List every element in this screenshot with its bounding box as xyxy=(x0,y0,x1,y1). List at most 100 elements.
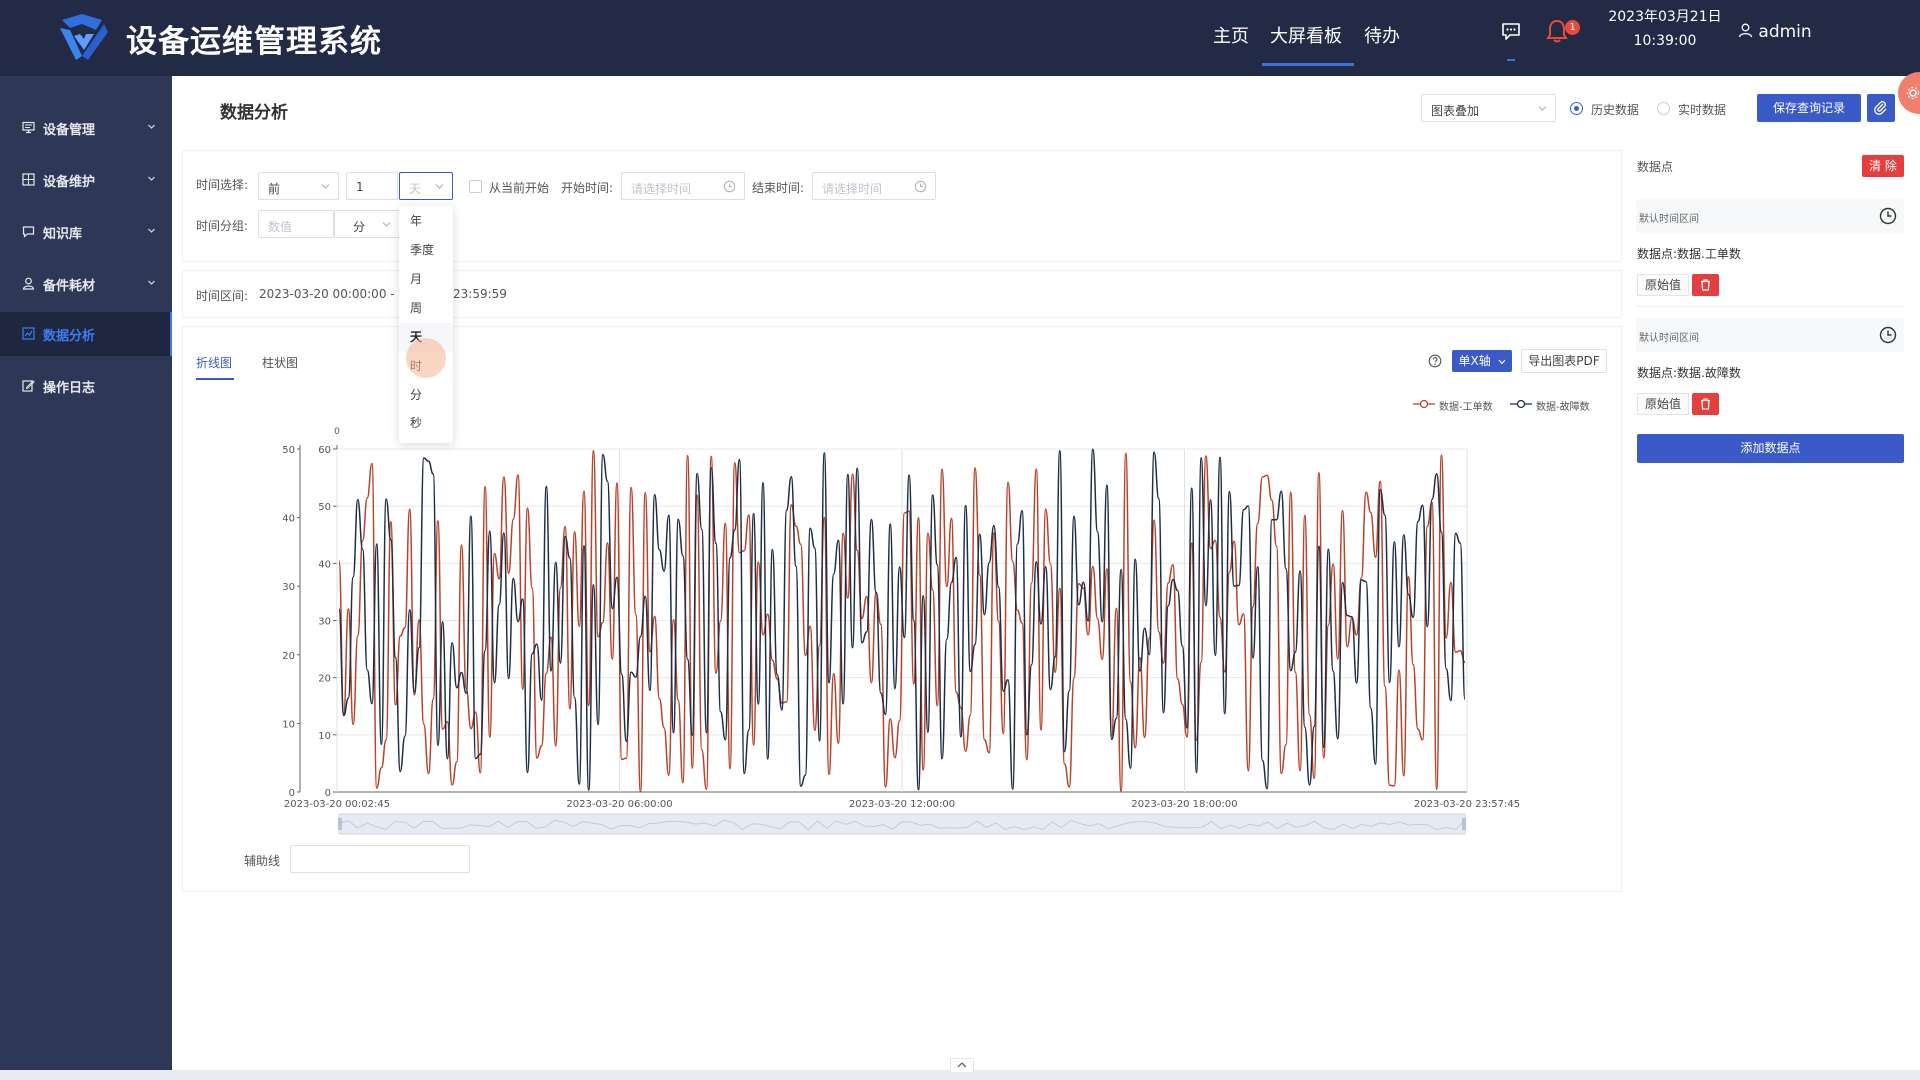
save-query-button[interactable]: 保存查询记录 xyxy=(1757,94,1861,122)
data-points-title: 数据点 xyxy=(1637,160,1674,174)
data-zoom-handle-left xyxy=(338,818,342,830)
sidebar-item-device-maintenance[interactable]: 设备维护 xyxy=(0,158,172,202)
aux-line-label: 辅助线 xyxy=(244,854,281,868)
group-unit-select[interactable]: 分 xyxy=(334,210,400,238)
unit-option-year[interactable]: 年 xyxy=(399,207,453,236)
y-right-tick-label: 50 xyxy=(318,502,331,513)
radio-realtime[interactable] xyxy=(1657,102,1670,115)
y-right-tick-label: 30 xyxy=(318,617,331,628)
direction-value: 前 xyxy=(268,182,281,196)
header-time: 10:39:00 xyxy=(1633,33,1697,49)
chevron-down-icon xyxy=(435,184,444,189)
direction-select[interactable]: 前 xyxy=(258,172,339,200)
paperclip-icon xyxy=(1874,101,1887,115)
sidebar-item-spare-parts[interactable]: 备件耗材 xyxy=(0,262,172,306)
sidebar-item-data-analysis[interactable]: 数据分析 xyxy=(0,312,172,356)
end-time-placeholder: 请选择时间 xyxy=(822,182,883,196)
y-right-tick-label: 20 xyxy=(318,674,331,685)
y-right-tick-label: 60 xyxy=(318,445,331,456)
gear-icon xyxy=(1906,86,1920,100)
chart-mode-select[interactable]: 图表叠加 xyxy=(1421,94,1556,122)
time-range-value-end: 23:59:59 xyxy=(453,287,507,301)
radio-history[interactable] xyxy=(1570,102,1583,115)
tab-bar-chart[interactable]: 柱状图 xyxy=(262,354,298,371)
collapse-button[interactable] xyxy=(950,1058,974,1072)
edit-icon xyxy=(22,380,35,392)
cursor-highlight xyxy=(406,338,446,378)
y-right-tick-label: 40 xyxy=(318,559,331,570)
unit-select[interactable]: 天 xyxy=(399,172,453,200)
top-header: 设备运维管理系统 主页 大屏看板 待办 1 2023年03月21日 10:39:… xyxy=(0,0,1920,76)
unit-option-month[interactable]: 月 xyxy=(399,265,453,294)
user-icon xyxy=(1738,23,1753,38)
group-value-placeholder: 数值 xyxy=(268,220,293,234)
nav-active-indicator xyxy=(1262,63,1354,66)
sidebar-item-operation-log[interactable]: 操作日志 xyxy=(0,364,172,408)
unit-option-quarter[interactable]: 季度 xyxy=(399,236,453,265)
end-time-picker[interactable]: 请选择时间 xyxy=(812,172,936,200)
delete-data-point-2-button[interactable] xyxy=(1692,393,1719,415)
data-point-tag-2[interactable]: 原始值 xyxy=(1637,393,1689,415)
unit-dropdown-menu: 年 季度 月 周 天 时 分 秒 xyxy=(399,206,453,443)
clear-data-points-button[interactable]: 清 除 xyxy=(1862,155,1904,177)
chevron-down-icon xyxy=(321,184,330,189)
y-left-tick-label: 40 xyxy=(282,514,295,525)
nav-dashboard[interactable]: 大屏看板 xyxy=(1270,22,1342,48)
radio-realtime-label: 实时数据 xyxy=(1678,103,1727,117)
sidebar-item-knowledge-base[interactable]: 知识库 xyxy=(0,210,172,254)
attach-button[interactable] xyxy=(1867,94,1895,122)
page-title: 数据分析 xyxy=(220,103,288,123)
axis-mode-value: 单X轴 xyxy=(1458,354,1491,368)
amount-input[interactable]: 1 xyxy=(346,172,398,200)
chevron-down-icon xyxy=(1538,106,1547,111)
axis-mode-select[interactable]: 单X轴 xyxy=(1452,350,1512,372)
data-point-card-2: 默认时间区间 xyxy=(1636,318,1904,352)
legend-marker-series1 xyxy=(1413,399,1435,409)
delete-data-point-1-button[interactable] xyxy=(1692,274,1719,296)
group-value-input[interactable]: 数值 xyxy=(258,210,334,238)
radio-history-label: 历史数据 xyxy=(1591,103,1640,117)
message-icon[interactable] xyxy=(1500,20,1522,42)
data-point-name-1: 数据点:数据.工单数 xyxy=(1637,247,1741,261)
x-tick-label: 2023-03-20 06:00:00 xyxy=(566,799,672,810)
group-unit-value: 分 xyxy=(353,220,366,234)
sidebar: 设备管理 设备维护 知识库 备件耗材 数据分析 操作日志 xyxy=(0,76,172,1070)
line-chart: 01020304050600102030405002023-03-20 00:0… xyxy=(282,427,1520,835)
legend-series2-label[interactable]: 数据-故障数 xyxy=(1536,398,1590,413)
sidebar-item-label: 知识库 xyxy=(43,227,83,242)
nav-todo[interactable]: 待办 xyxy=(1364,22,1400,48)
person-icon xyxy=(22,277,35,290)
chevron-down-icon xyxy=(1498,359,1505,365)
unit-option-week[interactable]: 周 xyxy=(399,294,453,323)
tab-line-chart[interactable]: 折线图 xyxy=(196,354,232,371)
clock-icon[interactable] xyxy=(1879,207,1897,225)
chevron-down-icon xyxy=(148,228,155,233)
tool-icon xyxy=(22,173,35,186)
export-pdf-button[interactable]: 导出图表PDF xyxy=(1521,349,1607,373)
data-point-name-2: 数据点:数据.故障数 xyxy=(1637,366,1741,380)
user-menu[interactable]: admin xyxy=(1738,22,1812,42)
time-range-label: 时间区间: xyxy=(196,289,249,303)
time-group-label: 时间分组: xyxy=(196,219,249,233)
help-icon[interactable] xyxy=(1428,354,1442,368)
unit-option-minute[interactable]: 分 xyxy=(399,381,453,410)
clock-icon[interactable] xyxy=(1879,326,1897,344)
user-name: admin xyxy=(1758,22,1812,42)
nav-home[interactable]: 主页 xyxy=(1213,22,1249,48)
sidebar-item-label: 备件耗材 xyxy=(43,279,96,294)
start-time-picker[interactable]: 请选择时间 xyxy=(621,172,745,200)
start-time-placeholder: 请选择时间 xyxy=(631,182,692,196)
from-now-checkbox[interactable] xyxy=(469,180,482,193)
chevron-down-icon xyxy=(148,176,155,181)
y-left-tick-label: 20 xyxy=(282,651,295,662)
x-tick-label: 2023-03-20 23:57:45 xyxy=(1414,799,1520,810)
y-right-tick-label: 10 xyxy=(318,731,331,742)
sidebar-item-device-management[interactable]: 设备管理 xyxy=(0,106,172,150)
time-select-label: 时间选择: xyxy=(196,178,249,192)
unit-option-second[interactable]: 秒 xyxy=(399,409,453,438)
data-point-tag-1[interactable]: 原始值 xyxy=(1637,274,1689,296)
add-data-point-button[interactable]: 添加数据点 xyxy=(1637,434,1904,463)
legend-series1-label[interactable]: 数据-工单数 xyxy=(1439,398,1493,413)
aux-line-input[interactable] xyxy=(290,845,470,873)
chevron-down-icon xyxy=(148,280,155,285)
